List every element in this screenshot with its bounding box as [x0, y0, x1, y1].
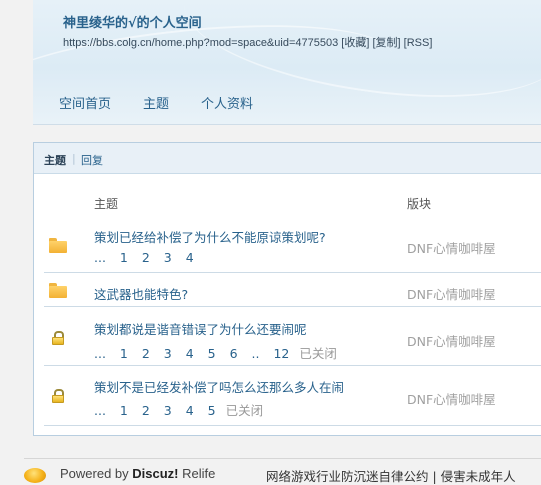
page-link[interactable]: 2	[142, 403, 150, 418]
page-ellipsis: ...	[94, 250, 106, 265]
closed-status: 已关闭	[225, 403, 264, 418]
page-link[interactable]: 4	[186, 403, 194, 418]
tab-separator: |	[72, 152, 76, 165]
page-link[interactable]: 6	[230, 346, 238, 361]
table-row: 策划都说是谐音错误了为什么还要闹呢 ... 1 2 3 4 5 6 .. 12 …	[44, 307, 541, 366]
copy-link[interactable]: [复制]	[372, 37, 400, 49]
thread-pages: ... 1 2 3 4 5 6 .. 12 已关闭	[94, 343, 347, 362]
thread-title[interactable]: 策划已经给补偿了为什么不能原谅策划呢?	[94, 227, 326, 246]
thread-board[interactable]: DNF心情咖啡屋	[407, 238, 496, 257]
page-link[interactable]: 5	[208, 403, 216, 418]
folder-icon	[49, 238, 67, 253]
threads-panel: 主题 | 回复 主题 版块 策划已经给补偿了为什么不能原谅策划呢? ... 1 …	[33, 142, 541, 436]
space-url-line: https://bbs.colg.cn/home.php?mod=space&u…	[63, 34, 432, 50]
thread-pages: ... 1 2 3 4	[94, 250, 204, 265]
page-link[interactable]: 5	[208, 346, 216, 361]
tab-bar: 主题 | 回复	[34, 143, 541, 174]
footer-links[interactable]: 网络游戏行业防沉迷自律公约 | 侵害未成年人	[266, 466, 516, 485]
tab-replies[interactable]: 回复	[81, 152, 103, 168]
lock-icon	[52, 331, 64, 345]
page-link[interactable]: 12	[273, 346, 289, 361]
table-row: 策划已经给补偿了为什么不能原谅策划呢? ... 1 2 3 4 DNF心情咖啡屋	[44, 218, 541, 273]
space-nav: 空间首页 主题 个人资料	[59, 93, 285, 112]
discuz-logo-icon	[24, 468, 46, 483]
page-link[interactable]: 4	[186, 250, 194, 265]
tab-threads[interactable]: 主题	[44, 152, 66, 168]
thread-title[interactable]: 策划不是已经发补偿了吗怎么还那么多人在闹	[94, 377, 344, 396]
rss-link[interactable]: [RSS]	[404, 37, 433, 49]
folder-icon	[49, 283, 67, 298]
favorite-link[interactable]: [收藏]	[341, 37, 369, 49]
thread-pages: ... 1 2 3 4 5 已关闭	[94, 400, 273, 419]
page-ellipsis: ...	[94, 403, 106, 418]
footer-powered-by: Powered by Discuz! Relife	[60, 466, 215, 481]
page-ellipsis: ...	[94, 346, 106, 361]
page-ellipsis: ..	[251, 346, 260, 361]
page-link[interactable]: 3	[164, 403, 172, 418]
page-link[interactable]: 4	[186, 346, 194, 361]
page-link[interactable]: 1	[120, 403, 128, 418]
page-link[interactable]: 3	[164, 346, 172, 361]
nav-space-home[interactable]: 空间首页	[59, 93, 111, 112]
thread-board[interactable]: DNF心情咖啡屋	[407, 284, 496, 303]
page-link[interactable]: 3	[164, 250, 172, 265]
table-row: 策划不是已经发补偿了吗怎么还那么多人在闹 ... 1 2 3 4 5 已关闭 D…	[44, 367, 541, 426]
nav-threads[interactable]: 主题	[143, 93, 169, 112]
discuz-link[interactable]: Discuz!	[132, 466, 178, 481]
powered-suffix: Relife	[182, 466, 216, 481]
footer-divider	[24, 458, 541, 459]
page-link[interactable]: 1	[120, 346, 128, 361]
page-link[interactable]: 1	[120, 250, 128, 265]
thread-board[interactable]: DNF心情咖啡屋	[407, 389, 496, 408]
space-header: 神里绫华的√的个人空间 https://bbs.colg.cn/home.php…	[33, 0, 541, 125]
column-topic: 主题	[94, 197, 119, 211]
column-board: 版块	[407, 197, 432, 211]
nav-profile[interactable]: 个人资料	[201, 93, 253, 112]
table-header: 主题 版块	[34, 187, 541, 213]
closed-status: 已关闭	[299, 346, 337, 361]
space-title[interactable]: 神里绫华的√的个人空间	[63, 12, 202, 31]
thread-title[interactable]: 策划都说是谐音错误了为什么还要闹呢	[94, 319, 307, 338]
powered-prefix: Powered by	[60, 466, 129, 481]
table-row: 这武器也能特色? DNF心情咖啡屋	[44, 273, 541, 307]
thread-title[interactable]: 这武器也能特色?	[94, 284, 188, 303]
lock-icon	[52, 389, 64, 403]
page-link[interactable]: 2	[142, 346, 150, 361]
thread-board[interactable]: DNF心情咖啡屋	[407, 331, 496, 350]
page-link[interactable]: 2	[142, 250, 150, 265]
space-url[interactable]: https://bbs.colg.cn/home.php?mod=space&u…	[63, 37, 338, 49]
